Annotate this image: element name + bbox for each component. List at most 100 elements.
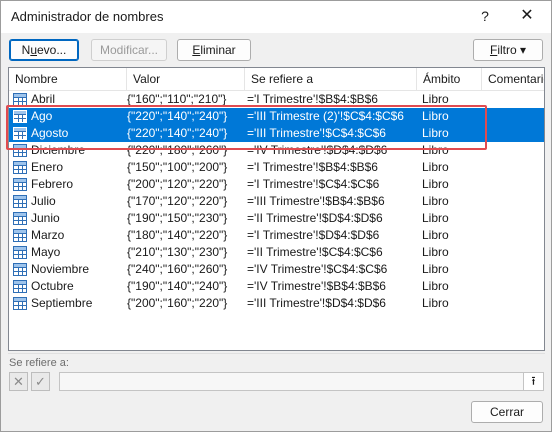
named-range-icon	[13, 280, 27, 293]
refers-cell: ='III Trimestre'!$D$4:$D$6	[247, 296, 386, 310]
name-cell: Marzo	[13, 227, 125, 244]
scope-cell: Libro	[422, 143, 449, 157]
name-cell: Ago	[13, 108, 125, 125]
refers-cell: ='III Trimestre'!$C$4:$C$6	[247, 126, 386, 140]
refers-cell: ='II Trimestre'!$D$4:$D$6	[247, 211, 383, 225]
list-item[interactable]: Septiembre {"200";"160";"220"} ='III Trime…	[9, 295, 544, 312]
column-header-scope[interactable]: Ámbito	[417, 68, 482, 91]
name-text: Ago	[31, 109, 53, 123]
name-text: Abril	[31, 92, 56, 106]
refers-cell: ='III Trimestre (2)'!$C$4:$C$6	[247, 109, 404, 123]
chevron-down-icon: ▾	[520, 43, 527, 57]
scope-cell: Libro	[422, 211, 449, 225]
scope-cell: Libro	[422, 109, 449, 123]
column-header-value[interactable]: Valor	[127, 68, 245, 91]
name-manager-dialog: Administrador de nombres ? ✕ Nuevo... Mo…	[0, 0, 552, 432]
refers-cell: ='I Trimestre'!$C$4:$C$6	[247, 177, 380, 191]
new-button-suffix: evo...	[37, 43, 67, 57]
named-range-icon	[13, 144, 27, 157]
name-cell: Febrero	[13, 176, 125, 193]
name-text: Febrero	[31, 177, 74, 191]
close-button[interactable]: Cerrar	[471, 401, 543, 423]
value-cell: {"160";"110";"210"}	[127, 92, 227, 106]
value-cell: {"190";"150";"230"}	[127, 211, 228, 225]
help-button[interactable]: ?	[471, 5, 499, 27]
filter-button[interactable]: Filtro ▾	[473, 39, 543, 61]
value-cell: {"220";"180";"260"}	[127, 143, 228, 157]
name-text: Octubre	[31, 279, 74, 293]
refers-to-input[interactable]	[59, 372, 544, 391]
list-item[interactable]: Abril {"160";"110";"210"} ='I Trimestre'!$…	[9, 91, 544, 108]
close-button-label: Cerrar	[489, 405, 524, 419]
refers-cell: ='I Trimestre'!$B$4:$B$6	[247, 92, 378, 106]
new-button[interactable]: Nuevo...	[9, 39, 79, 61]
name-cell: Septiembre	[13, 295, 125, 312]
named-range-icon	[13, 297, 27, 310]
new-button-accel: u	[30, 43, 37, 57]
cancel-icon[interactable]: ✕	[9, 372, 28, 391]
edit-button[interactable]: Modificar...	[91, 39, 167, 61]
name-cell: Noviembre	[13, 261, 125, 278]
list-item[interactable]: Mayo {"210";"130";"230"} ='II Trimestre'!$…	[9, 244, 544, 261]
value-cell: {"180";"140";"220"}	[127, 228, 228, 242]
refers-cell: ='I Trimestre'!$B$4:$B$6	[247, 160, 378, 174]
name-text: Mayo	[31, 245, 61, 259]
named-range-icon	[13, 212, 27, 225]
confirm-icon[interactable]: ✓	[31, 372, 50, 391]
named-range-icon	[13, 161, 27, 174]
names-list[interactable]: Nombre Valor Se refiere a Ámbito Comenta…	[8, 67, 545, 351]
column-header-comment[interactable]: Comentario	[482, 68, 544, 91]
named-range-icon	[13, 263, 27, 276]
name-text: Junio	[31, 211, 60, 225]
name-text: Julio	[31, 194, 56, 208]
list-header: Nombre Valor Se refiere a Ámbito Comenta…	[9, 68, 544, 91]
value-cell: {"170";"120";"220"}	[127, 194, 228, 208]
scope-cell: Libro	[422, 228, 449, 242]
value-cell: {"210";"130";"230"}	[127, 245, 228, 259]
value-cell: {"190";"140";"240"}	[127, 279, 228, 293]
name-cell: Diciembre	[13, 142, 125, 159]
list-item[interactable]: Enero {"150";"100";"200"} ='I Trimestre'!$…	[9, 159, 544, 176]
dialog-title: Administrador de nombres	[11, 9, 164, 24]
name-text: Enero	[31, 160, 64, 174]
scope-cell: Libro	[422, 92, 449, 106]
scope-cell: Libro	[422, 194, 449, 208]
close-window-button[interactable]: ✕	[513, 5, 541, 27]
named-range-icon	[13, 110, 27, 123]
named-range-icon	[13, 93, 27, 106]
name-text: Noviembre	[31, 262, 90, 276]
name-cell: Abril	[13, 91, 125, 108]
list-item[interactable]: Febrero {"200";"120";"220"} ='I Trimestre'…	[9, 176, 544, 193]
list-item[interactable]: Marzo {"180";"140";"220"} ='I Trimestre'!$…	[9, 227, 544, 244]
collapse-dialog-icon[interactable]: ⭱	[523, 373, 543, 390]
refers-cell: ='III Trimestre'!$B$4:$B$6	[247, 194, 385, 208]
list-item[interactable]: Noviembre {"240";"160";"260"} ='IV Trimest…	[9, 261, 544, 278]
filter-button-suffix: iltro	[497, 43, 517, 57]
name-cell: Agosto	[13, 125, 125, 142]
list-item[interactable]: Junio {"190";"150";"230"} ='II Trimestre'!…	[9, 210, 544, 227]
list-item[interactable]: Octubre {"190";"140";"240"} ='IV Trimestre…	[9, 278, 544, 295]
delete-button-suffix: liminar	[200, 43, 236, 57]
name-text: Agosto	[31, 126, 69, 140]
column-header-name[interactable]: Nombre	[9, 68, 127, 91]
list-item[interactable]: Diciembre {"220";"180";"260"} ='IV Trimest…	[9, 142, 544, 159]
value-cell: {"200";"120";"220"}	[127, 177, 228, 191]
named-range-icon	[13, 229, 27, 242]
name-text: Marzo	[31, 228, 65, 242]
delete-button[interactable]: Eliminar	[177, 39, 251, 61]
list-item[interactable]: Agosto {"220";"140";"240"} ='III Trimestre…	[9, 125, 544, 142]
name-cell: Enero	[13, 159, 125, 176]
name-cell: Julio	[13, 193, 125, 210]
value-cell: {"220";"140";"240"}	[127, 109, 228, 123]
column-header-refers[interactable]: Se refiere a	[245, 68, 417, 91]
list-item[interactable]: Julio {"170";"120";"220"} ='III Trimestre'…	[9, 193, 544, 210]
refers-cell: ='IV Trimestre'!$D$4:$D$6	[247, 143, 388, 157]
named-range-icon	[13, 127, 27, 140]
list-item[interactable]: Ago {"220";"140";"240"} ='III Trimestre (2…	[9, 108, 544, 125]
refers-cell: ='II Trimestre'!$C$4:$C$6	[247, 245, 383, 259]
edit-button-label: Modificar...	[99, 43, 159, 57]
value-cell: {"150";"100";"200"}	[127, 160, 228, 174]
scope-cell: Libro	[422, 262, 449, 276]
scope-cell: Libro	[422, 245, 449, 259]
scope-cell: Libro	[422, 177, 449, 191]
